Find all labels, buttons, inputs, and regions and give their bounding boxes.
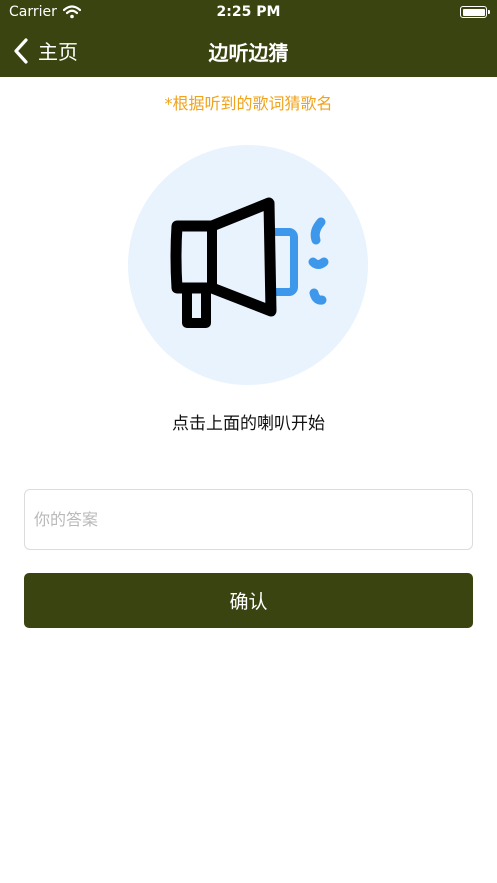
megaphone-icon — [170, 197, 329, 328]
speaker-button[interactable] — [128, 145, 368, 385]
status-time: 2:25 PM — [216, 4, 281, 20]
speaker-caption: 点击上面的喇叭开始 — [172, 414, 325, 434]
answer-input[interactable] — [24, 489, 473, 550]
battery-icon — [460, 6, 490, 18]
status-bar: Carrier 2:25 PM — [0, 0, 497, 24]
hint-text: *根据听到的歌词猜歌名 — [164, 94, 333, 113]
top-bar: Carrier 2:25 PM 主页 边听边猜 — [0, 0, 497, 77]
navigation-bar: 主页 边听边猜 — [0, 28, 497, 74]
confirm-button[interactable]: 确认 — [24, 573, 473, 628]
page-title: 边听边猜 — [208, 41, 289, 65]
